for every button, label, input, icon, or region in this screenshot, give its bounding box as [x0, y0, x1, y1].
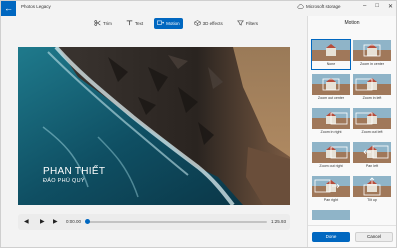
title-bar: ← Photos Legacy Microsoft storage – □ ✕ [1, 1, 396, 16]
motion-panel: Motion None Zoom in center Zoom out cent… [307, 16, 396, 247]
motion-option-zoom-out-right[interactable]: Zoom out right [312, 142, 350, 171]
motion-option-zoom-out-center[interactable]: Zoom out center [312, 74, 350, 103]
motion-button[interactable]: Motion [154, 17, 183, 29]
seek-track[interactable] [86, 221, 267, 223]
option-label: Zoom out left [361, 130, 383, 134]
option-label: Zoom in left [362, 96, 382, 100]
window-controls: – □ ✕ [363, 3, 393, 10]
thumbnail [312, 142, 350, 163]
caption-subtitle: ĐẢO PHÚ QUÝ [43, 178, 85, 184]
trim-button[interactable]: Trim [91, 18, 115, 29]
panel-footer: Done Cancel [308, 225, 396, 247]
text-icon [126, 20, 133, 26]
thumbnail [353, 176, 391, 197]
3d-effects-button[interactable]: 3D effects [191, 18, 226, 29]
thumbnail [353, 40, 391, 61]
seek-handle[interactable] [85, 219, 90, 224]
motion-icon [157, 20, 165, 25]
motion-option-pan-right[interactable]: Pan right [312, 176, 350, 205]
option-label: None [326, 62, 336, 66]
thumbnail [312, 210, 350, 220]
current-time: 0:00.00 [66, 219, 82, 224]
thumbnail [353, 108, 391, 129]
video-preview[interactable]: PHAN THIẾT ĐẢO PHÚ QUÝ [18, 47, 290, 205]
storage-indicator[interactable]: Microsoft storage [297, 4, 341, 9]
done-button[interactable]: Done [312, 232, 350, 242]
filters-icon [236, 20, 244, 26]
app-title: Photos Legacy [21, 4, 51, 9]
motion-option-zoom-in-center[interactable]: Zoom in center [353, 40, 391, 69]
option-label: Zoom in center [360, 62, 384, 66]
3d-effects-icon [194, 20, 201, 26]
thumbnail [353, 142, 391, 163]
back-arrow-icon[interactable]: ← [1, 1, 16, 16]
photos-window: ← Photos Legacy Microsoft storage – □ ✕ … [0, 0, 397, 248]
text-label: Text [134, 20, 144, 26]
thumbnail [312, 176, 350, 197]
motion-options-grid: None Zoom in center Zoom out center Zoom… [311, 39, 393, 220]
option-label: Zoom out center [317, 96, 345, 100]
option-label: Tilt up [367, 198, 377, 202]
forward-icon[interactable]: ▶​ [53, 218, 58, 225]
cancel-button[interactable]: Cancel [355, 232, 393, 242]
filters-label: Filters [245, 20, 259, 26]
thumbnail [353, 74, 391, 95]
option-label: Pan left [365, 164, 379, 168]
motion-option-none[interactable]: None [311, 39, 351, 70]
motion-label: Motion [166, 20, 180, 26]
caption-title: PHAN THIẾT [43, 166, 106, 177]
option-label: Zoom in right [320, 130, 342, 134]
motion-option-zoom-in-left[interactable]: Zoom in left [353, 74, 391, 103]
play-icon[interactable]: ▶ [40, 218, 45, 225]
maximize-icon[interactable]: □ [375, 3, 379, 10]
3d-effects-label: 3D effects [202, 20, 223, 26]
trim-label: Trim [103, 20, 112, 26]
motion-option-partial[interactable] [312, 210, 350, 220]
playback-bar: ◀ ▶ ▶​ 0:00.00 1:25.93 [18, 214, 290, 230]
close-icon[interactable]: ✕ [388, 3, 393, 10]
thumbnail [312, 40, 350, 61]
option-label: Zoom out right [319, 164, 343, 168]
motion-option-pan-left[interactable]: Pan left [353, 142, 391, 171]
motion-option-zoom-out-left[interactable]: Zoom out left [353, 108, 391, 137]
filters-button[interactable]: Filters [234, 18, 261, 29]
rewind-icon[interactable]: ◀ [24, 218, 29, 225]
trim-icon [94, 20, 101, 26]
cloud-icon [297, 4, 304, 9]
motion-option-tilt-up[interactable]: Tilt up [353, 176, 391, 205]
option-label: Pan right [323, 198, 339, 202]
edit-toolbar: Trim Text Motion 3D effects Filters [91, 16, 261, 30]
motion-option-zoom-in-right[interactable]: Zoom in right [312, 108, 350, 137]
text-button[interactable]: Text [123, 18, 146, 29]
panel-title: Motion [344, 20, 360, 26]
thumbnail [312, 74, 350, 95]
storage-label: Microsoft storage [306, 4, 341, 9]
end-time: 1:25.93 [271, 219, 287, 224]
thumbnail [312, 108, 350, 129]
minimize-icon[interactable]: – [363, 3, 366, 10]
